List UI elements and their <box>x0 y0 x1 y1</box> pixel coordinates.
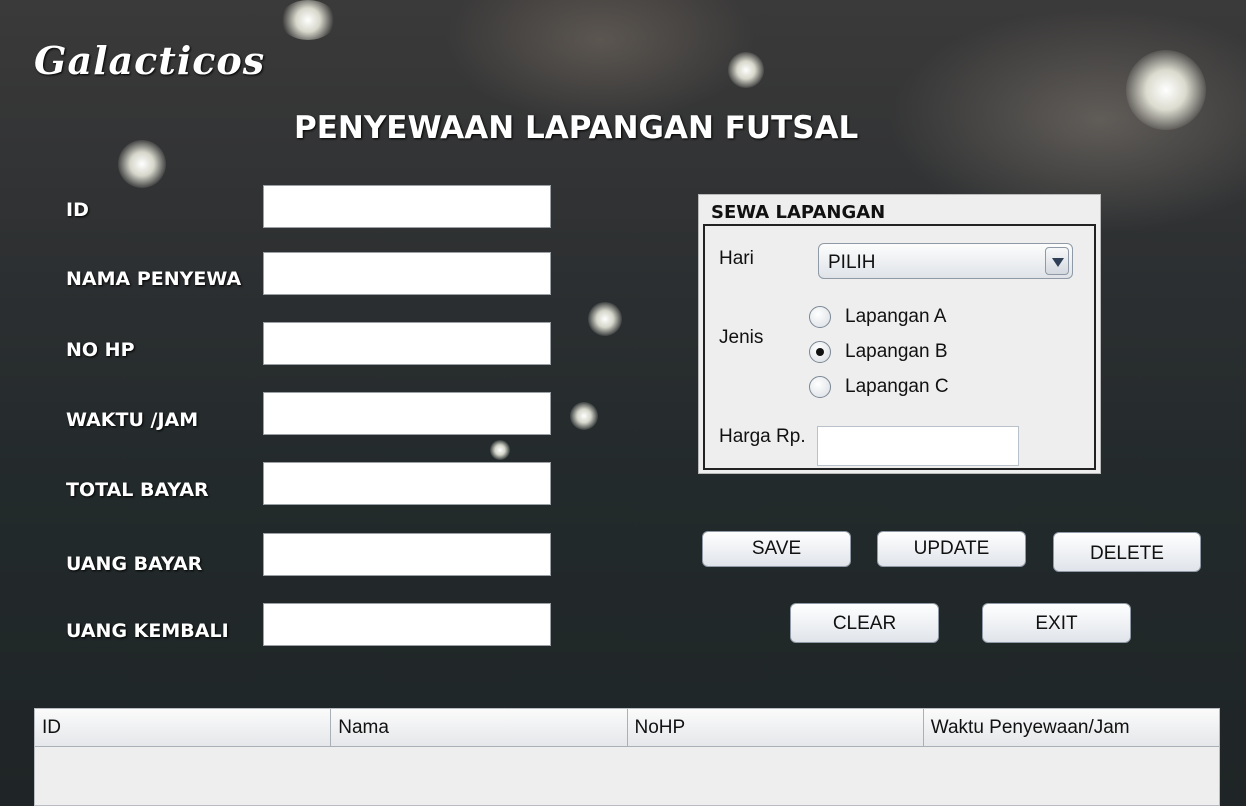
delete-button[interactable]: DELETE <box>1053 532 1201 572</box>
ceiling-light <box>280 0 336 40</box>
ceiling-light <box>490 440 510 460</box>
radio-button[interactable] <box>809 376 831 398</box>
day-select-value: PILIH <box>828 252 876 273</box>
ceiling-light <box>570 402 598 430</box>
radio-button-checked[interactable] <box>809 341 831 363</box>
amount-paid-label: UANG BAYAR <box>66 553 203 575</box>
price-label: Harga Rp. <box>719 426 806 447</box>
type-label: Jenis <box>719 327 764 348</box>
day-label: Hari <box>719 248 754 269</box>
radio-label: Lapangan B <box>845 341 948 362</box>
clear-button[interactable]: CLEAR <box>790 603 939 643</box>
rental-panel: SEWA LAPANGAN Hari PILIH Jenis Lapangan … <box>698 194 1101 474</box>
phone-label: NO HP <box>66 339 135 361</box>
phone-field[interactable] <box>263 322 551 365</box>
ceiling-light <box>1126 50 1206 130</box>
column-header-id[interactable]: ID <box>35 709 332 747</box>
day-select[interactable]: PILIH <box>818 243 1073 279</box>
rental-panel-title: SEWA LAPANGAN <box>711 202 886 223</box>
time-label: WAKTU /JAM <box>66 409 199 431</box>
page-title: PENYEWAAN LAPANGAN FUTSAL <box>294 110 859 146</box>
save-button[interactable]: SAVE <box>702 531 851 567</box>
id-field[interactable] <box>263 185 551 228</box>
total-pay-label: TOTAL BAYAR <box>66 479 209 501</box>
exit-button[interactable]: EXIT <box>982 603 1131 643</box>
ceiling-light <box>728 52 764 88</box>
column-header-phone[interactable]: NoHP <box>627 709 924 747</box>
total-pay-field[interactable] <box>263 462 551 505</box>
time-field[interactable] <box>263 392 551 435</box>
radio-label: Lapangan A <box>845 306 947 327</box>
table-header: ID Nama NoHP Waktu Penyewaan/Jam <box>35 709 1219 747</box>
price-field[interactable] <box>817 426 1019 466</box>
column-header-name[interactable]: Nama <box>331 709 628 747</box>
column-header-rental-time[interactable]: Waktu Penyewaan/Jam <box>923 709 1219 747</box>
ceiling-light <box>118 140 166 188</box>
renter-name-label: NAMA PENYEWA <box>66 268 242 290</box>
amount-paid-field[interactable] <box>263 533 551 576</box>
update-button[interactable]: UPDATE <box>877 531 1026 567</box>
rental-panel-body: Hari PILIH Jenis Lapangan A Lapangan B L… <box>703 224 1096 470</box>
radio-label: Lapangan C <box>845 376 949 397</box>
id-label: ID <box>66 199 89 221</box>
radio-button[interactable] <box>809 306 831 328</box>
renter-name-field[interactable] <box>263 252 551 295</box>
change-label: UANG KEMBALI <box>66 620 229 642</box>
ceiling-light <box>588 302 622 336</box>
chevron-down-icon[interactable] <box>1045 247 1069 275</box>
change-field[interactable] <box>263 603 551 646</box>
rental-table[interactable]: ID Nama NoHP Waktu Penyewaan/Jam <box>34 708 1220 806</box>
app-logo: Galacticos <box>34 38 266 83</box>
